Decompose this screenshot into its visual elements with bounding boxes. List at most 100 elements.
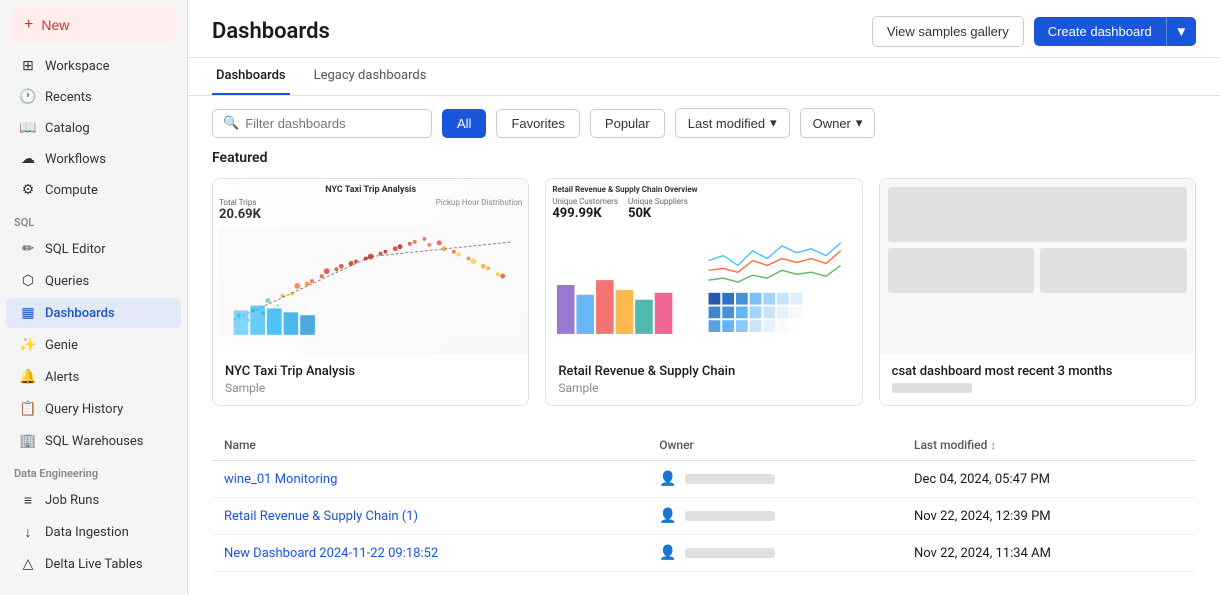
card-sub: Sample — [558, 381, 849, 395]
sidebar-item-label: Genie — [45, 338, 78, 353]
row-owner-cell: 👤 — [647, 461, 902, 498]
featured-cards: NYC Taxi Trip Analysis Total Trips 20.69… — [212, 178, 1196, 406]
filter-last-modified-button[interactable]: Last modified ▾ — [675, 108, 790, 138]
table-row: Retail Revenue & Supply Chain (1) 👤 Nov … — [212, 498, 1196, 535]
thumb-stats: Total Trips 20.69K Pickup Hour Distribut… — [219, 198, 522, 222]
sql-warehouses-icon: 🏢 — [20, 433, 36, 449]
genie-icon: ✨ — [20, 337, 36, 353]
row-name-cell: Retail Revenue & Supply Chain (1) — [212, 498, 647, 535]
filter-all-button[interactable]: All — [442, 109, 486, 138]
filter-favorites-button[interactable]: Favorites — [496, 109, 579, 138]
featured-section-title: Featured — [212, 150, 1196, 166]
workflows-icon: ☁ — [20, 151, 36, 167]
create-dashboard-caret[interactable]: ▼ — [1166, 17, 1196, 46]
scatter-chart — [219, 226, 522, 336]
sidebar-item-label: SQL Warehouses — [45, 434, 144, 449]
plus-icon: + — [24, 16, 33, 34]
sidebar-item-alerts[interactable]: 🔔 Alerts — [6, 362, 181, 392]
filter-owner-button[interactable]: Owner ▾ — [800, 108, 876, 138]
owner-label: Owner — [813, 116, 851, 131]
create-dashboard-button[interactable]: Create dashboard — [1034, 17, 1166, 46]
sidebar-item-label: Query History — [45, 402, 123, 417]
csat-placeholder-wide — [888, 187, 1187, 242]
catalog-icon: 📖 — [20, 120, 36, 136]
person-icon: 👤 — [659, 508, 676, 524]
tab-legacy-dashboards[interactable]: Legacy dashboards — [310, 58, 431, 95]
dashboards-icon: ▦ — [20, 305, 36, 321]
new-button[interactable]: + New — [10, 8, 177, 42]
new-label: New — [41, 17, 69, 33]
data-ingestion-icon: ↓ — [20, 524, 36, 540]
search-icon: 🔍 — [223, 116, 239, 131]
compute-icon: ⚙ — [20, 182, 36, 198]
dashboard-link[interactable]: Retail Revenue & Supply Chain (1) — [224, 509, 418, 524]
search-box[interactable]: 🔍 — [212, 109, 432, 138]
row-name-cell: wine_01 Monitoring — [212, 461, 647, 498]
card-name: NYC Taxi Trip Analysis — [225, 364, 516, 379]
owner-name-placeholder — [685, 511, 775, 521]
sidebar-item-recents[interactable]: 🕐 Recents — [6, 82, 181, 112]
last-modified-label: Last modified — [688, 116, 765, 131]
card-nyc-taxi[interactable]: NYC Taxi Trip Analysis Total Trips 20.69… — [212, 178, 529, 406]
card-thumbnail: NYC Taxi Trip Analysis Total Trips 20.69… — [213, 179, 528, 354]
workspace-icon: ⊞ — [20, 58, 36, 74]
sidebar-item-label: Catalog — [45, 121, 90, 136]
sidebar-item-job-runs[interactable]: ≡ Job Runs — [6, 485, 181, 515]
main-content: Dashboards View samples gallery Create d… — [188, 0, 1220, 595]
row-date-cell: Nov 22, 2024, 11:34 AM — [902, 535, 1196, 572]
person-icon: 👤 — [659, 471, 676, 487]
stat-customers: 499.99K — [552, 206, 618, 221]
card-csat[interactable]: csat dashboard most recent 3 months — [879, 178, 1196, 406]
csat-placeholder-half-1 — [888, 248, 1035, 293]
card-name: Retail Revenue & Supply Chain — [558, 364, 849, 379]
sidebar-item-compute[interactable]: ⚙ Compute — [6, 175, 181, 205]
thumb-title: NYC Taxi Trip Analysis — [219, 185, 522, 195]
job-runs-icon: ≡ — [20, 492, 36, 508]
card-sub: Sample — [225, 381, 516, 395]
dashboards-table: Name Owner Last modified ↕ wine_01 Monit… — [212, 430, 1196, 572]
sidebar-item-label: Delta Live Tables — [45, 557, 143, 572]
sidebar-item-label: Queries — [45, 274, 89, 289]
dashboard-link[interactable]: wine_01 Monitoring — [224, 472, 337, 487]
sidebar-item-label: Alerts — [45, 370, 79, 385]
sidebar-item-label: Job Runs — [45, 493, 99, 508]
card-thumbnail — [880, 179, 1195, 354]
search-input[interactable] — [245, 116, 421, 131]
thumb-stats: Unique Customers 499.99K Unique Supplier… — [552, 197, 855, 221]
sidebar-item-dashboards[interactable]: ▦ Dashboards — [6, 298, 181, 328]
sidebar-item-sql-warehouses[interactable]: 🏢 SQL Warehouses — [6, 426, 181, 456]
sidebar-item-genie[interactable]: ✨ Genie — [6, 330, 181, 360]
sidebar-item-workspace[interactable]: ⊞ Workspace — [6, 51, 181, 81]
sidebar-item-data-ingestion[interactable]: ↓ Data Ingestion — [6, 517, 181, 547]
csat-placeholder-half-2 — [1040, 248, 1187, 293]
dashboard-link[interactable]: New Dashboard 2024-11-22 09:18:52 — [224, 546, 438, 561]
sidebar-item-sql-editor[interactable]: ✏ SQL Editor — [6, 234, 181, 264]
table-row: New Dashboard 2024-11-22 09:18:52 👤 Nov … — [212, 535, 1196, 572]
filter-popular-button[interactable]: Popular — [590, 109, 665, 138]
row-owner-cell: 👤 — [647, 498, 902, 535]
table-row: wine_01 Monitoring 👤 Dec 04, 2024, 05:47… — [212, 461, 1196, 498]
retail-chart — [552, 225, 855, 345]
card-thumbnail: Retail Revenue & Supply Chain Overview U… — [546, 179, 861, 354]
card-name: csat dashboard most recent 3 months — [892, 364, 1183, 379]
sidebar-item-query-history[interactable]: 📋 Query History — [6, 394, 181, 424]
row-owner-cell: 👤 — [647, 535, 902, 572]
sidebar-item-queries[interactable]: ⬡ Queries — [6, 266, 181, 296]
sidebar-item-catalog[interactable]: 📖 Catalog — [6, 113, 181, 143]
view-samples-button[interactable]: View samples gallery — [872, 16, 1024, 47]
stat-total-trips: 20.69K — [219, 207, 261, 222]
sidebar-item-workflows[interactable]: ☁ Workflows — [6, 144, 181, 174]
sidebar-item-label: Compute — [45, 183, 98, 198]
queries-icon: ⬡ — [20, 273, 36, 289]
alerts-icon: 🔔 — [20, 369, 36, 385]
chevron-down-icon: ▾ — [856, 115, 863, 131]
delta-live-tables-icon: △ — [20, 556, 36, 572]
col-header-owner: Owner — [647, 430, 902, 461]
tab-dashboards[interactable]: Dashboards — [212, 58, 290, 95]
filter-toolbar: 🔍 All Favorites Popular Last modified ▾ … — [188, 96, 1220, 150]
recents-icon: 🕐 — [20, 89, 36, 105]
card-retail-revenue[interactable]: Retail Revenue & Supply Chain Overview U… — [545, 178, 862, 406]
stat-suppliers: 50K — [628, 206, 688, 221]
sidebar-item-delta-live-tables[interactable]: △ Delta Live Tables — [6, 549, 181, 579]
create-dashboard-group: Create dashboard ▼ — [1034, 17, 1196, 46]
